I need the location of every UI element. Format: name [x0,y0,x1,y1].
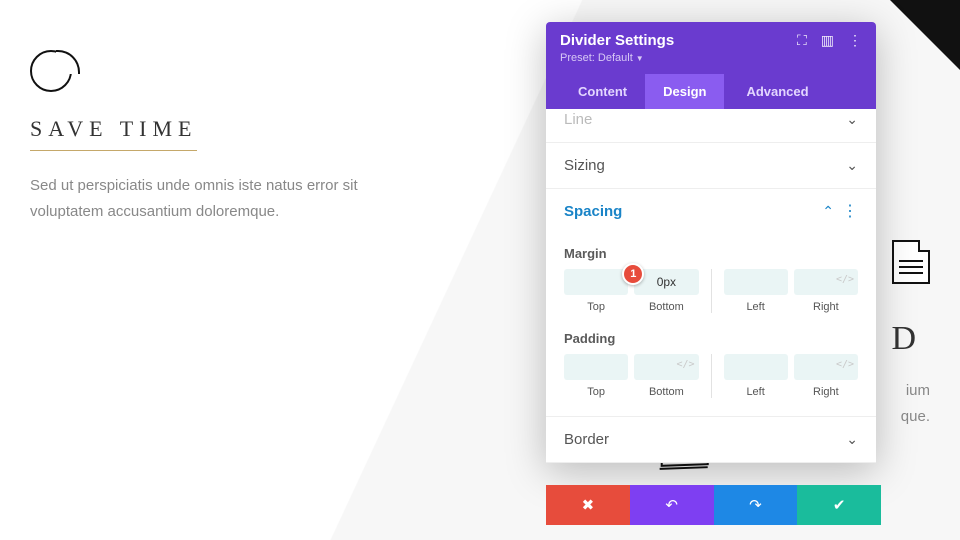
label-right: Right [794,386,858,398]
confirm-button[interactable]: ✔ [797,485,881,525]
columns-icon[interactable]: ▥ [821,32,834,49]
undo-button[interactable]: ↶ [630,485,714,525]
label-bottom: Bottom [634,301,698,313]
kebab-icon[interactable]: ⋮ [848,32,862,49]
corner-decor [890,0,960,70]
row-spacing[interactable]: Spacing ⌃ ⋮ [546,189,876,234]
tab-content[interactable]: Content [560,74,645,109]
tab-advanced[interactable]: Advanced [728,74,826,109]
margin-right-input[interactable] [794,269,858,295]
label-top: Top [564,301,628,313]
padding-top-input[interactable] [564,354,628,380]
kebab-icon[interactable]: ⋮ [842,204,858,220]
expand-icon[interactable]: ⛶ [797,32,807,49]
feature-save-time: SAVE TIME Sed ut perspiciatis unde omnis… [30,50,390,224]
pie-chart-icon [30,50,72,92]
heading-save-time: SAVE TIME [30,116,197,151]
row-sizing[interactable]: Sizing ⌄ [546,143,876,189]
padding-bottom-input[interactable] [634,354,698,380]
chevron-down-icon: ⌄ [846,111,858,128]
padding-right-input[interactable] [794,354,858,380]
caret-down-icon: ▼ [636,54,644,63]
label-bottom: Bottom [634,386,698,398]
padding-left-input[interactable] [724,354,788,380]
panel-tabs: Content Design Advanced [560,74,862,109]
panel-title: Divider Settings [560,32,674,49]
body-save-time: Sed ut perspiciatis unde omnis iste natu… [30,173,370,224]
label-padding: Padding [564,331,858,346]
label-left: Left [724,301,788,313]
chevron-down-icon: ⌄ [846,431,858,448]
label-right: Right [794,301,858,313]
row-line[interactable]: Line ⌄ [546,109,876,143]
redo-button[interactable]: ↷ [714,485,798,525]
panel-header: Divider Settings ⛶ ▥ ⋮ Preset: Default▼ … [546,22,876,109]
document-icon [892,240,930,284]
preset-selector[interactable]: Preset: Default▼ [560,49,862,74]
label-margin: Margin [564,246,858,261]
label-top: Top [564,386,628,398]
tab-design[interactable]: Design [645,74,724,109]
margin-top-input[interactable] [564,269,628,295]
chevron-up-icon: ⌃ [822,203,834,220]
margin-left-input[interactable] [724,269,788,295]
panel-action-bar: ✖ ↶ ↷ ✔ [546,485,881,525]
chevron-down-icon: ⌄ [846,157,858,174]
section-margin: Margin Top 1 Bottom </> [546,234,876,331]
panel-body: Line ⌄ Sizing ⌄ Spacing ⌃ ⋮ Margin Top [546,109,876,463]
row-border[interactable]: Border ⌄ [546,416,876,463]
label-left: Left [724,386,788,398]
cancel-button[interactable]: ✖ [546,485,630,525]
settings-panel: Divider Settings ⛶ ▥ ⋮ Preset: Default▼ … [546,22,876,463]
section-padding: Padding </> Top Bottom </> [546,331,876,416]
